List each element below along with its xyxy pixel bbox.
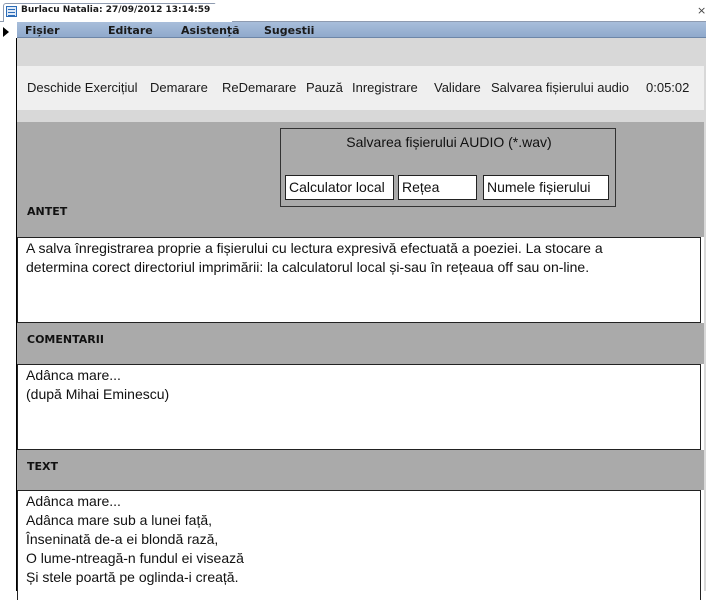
open-exercise-button[interactable]: Deschide Exercițiul: [27, 80, 138, 95]
comentarii-line: (după Mihai Eminescu): [26, 386, 170, 402]
antet-line: determina corect directoriul imprimării:…: [26, 259, 590, 275]
audio-save-panel: Salvarea fișierului AUDIO (*.wav) Calcul…: [280, 128, 616, 207]
form-left-border: [16, 38, 17, 591]
text-label: TEXT: [27, 460, 59, 473]
comentarii-line: Adânca mare...: [26, 367, 121, 383]
start-button[interactable]: Demarare: [150, 80, 208, 95]
menu-suggestions[interactable]: Sugestii: [264, 24, 314, 37]
antet-textbox[interactable]: A salva înregistrarea proprie a fișierul…: [17, 237, 701, 323]
comentarii-band: [17, 323, 706, 364]
close-icon[interactable]: ×: [697, 4, 706, 17]
restart-button[interactable]: ReDemarare: [222, 80, 296, 95]
comentarii-label: COMENTARII: [27, 333, 104, 346]
record-button[interactable]: Inregistrare: [352, 80, 418, 95]
file-name-button[interactable]: Numele fișierului: [483, 175, 609, 200]
tab-title[interactable]: Burlacu Natalia: 27/09/2012 13:14:59: [21, 5, 210, 15]
pause-button[interactable]: Pauză: [306, 80, 343, 95]
record-selector-icon: [3, 27, 9, 37]
poem-line: Și stele poartă pe oglinda-i creață.: [26, 569, 239, 585]
save-audio-button[interactable]: Salvarea fișierului audio: [491, 80, 629, 95]
poem-line: O lume-ntreagă-n fundul ei visează: [26, 550, 244, 566]
menu-assistance[interactable]: Asistență: [181, 24, 240, 37]
validate-button[interactable]: Validare: [434, 80, 481, 95]
audio-panel-title: Salvarea fișierului AUDIO (*.wav): [346, 134, 552, 150]
antet-line: A salva înregistrarea proprie a fișierul…: [26, 240, 603, 256]
poem-textbox[interactable]: Adânca mare... Adânca mare sub a lunei f…: [17, 490, 701, 600]
poem-line: Adânca mare sub a lunei față,: [26, 512, 213, 528]
antet-label: ANTET: [27, 205, 68, 218]
poem-line: Adânca mare...: [26, 493, 121, 509]
comentarii-textbox[interactable]: Adânca mare... (după Mihai Eminescu): [17, 364, 701, 450]
network-button[interactable]: Rețea: [398, 175, 477, 200]
timer-display: 0:05:02: [646, 80, 690, 95]
poem-line: Înseninată de-a ei blondă rază,: [26, 531, 219, 547]
text-band: [17, 450, 706, 490]
local-computer-button[interactable]: Calculator local: [285, 175, 394, 200]
form-icon: [6, 6, 17, 17]
menu-edit[interactable]: Editare: [108, 24, 153, 37]
menu-file[interactable]: Fișier: [25, 24, 60, 37]
